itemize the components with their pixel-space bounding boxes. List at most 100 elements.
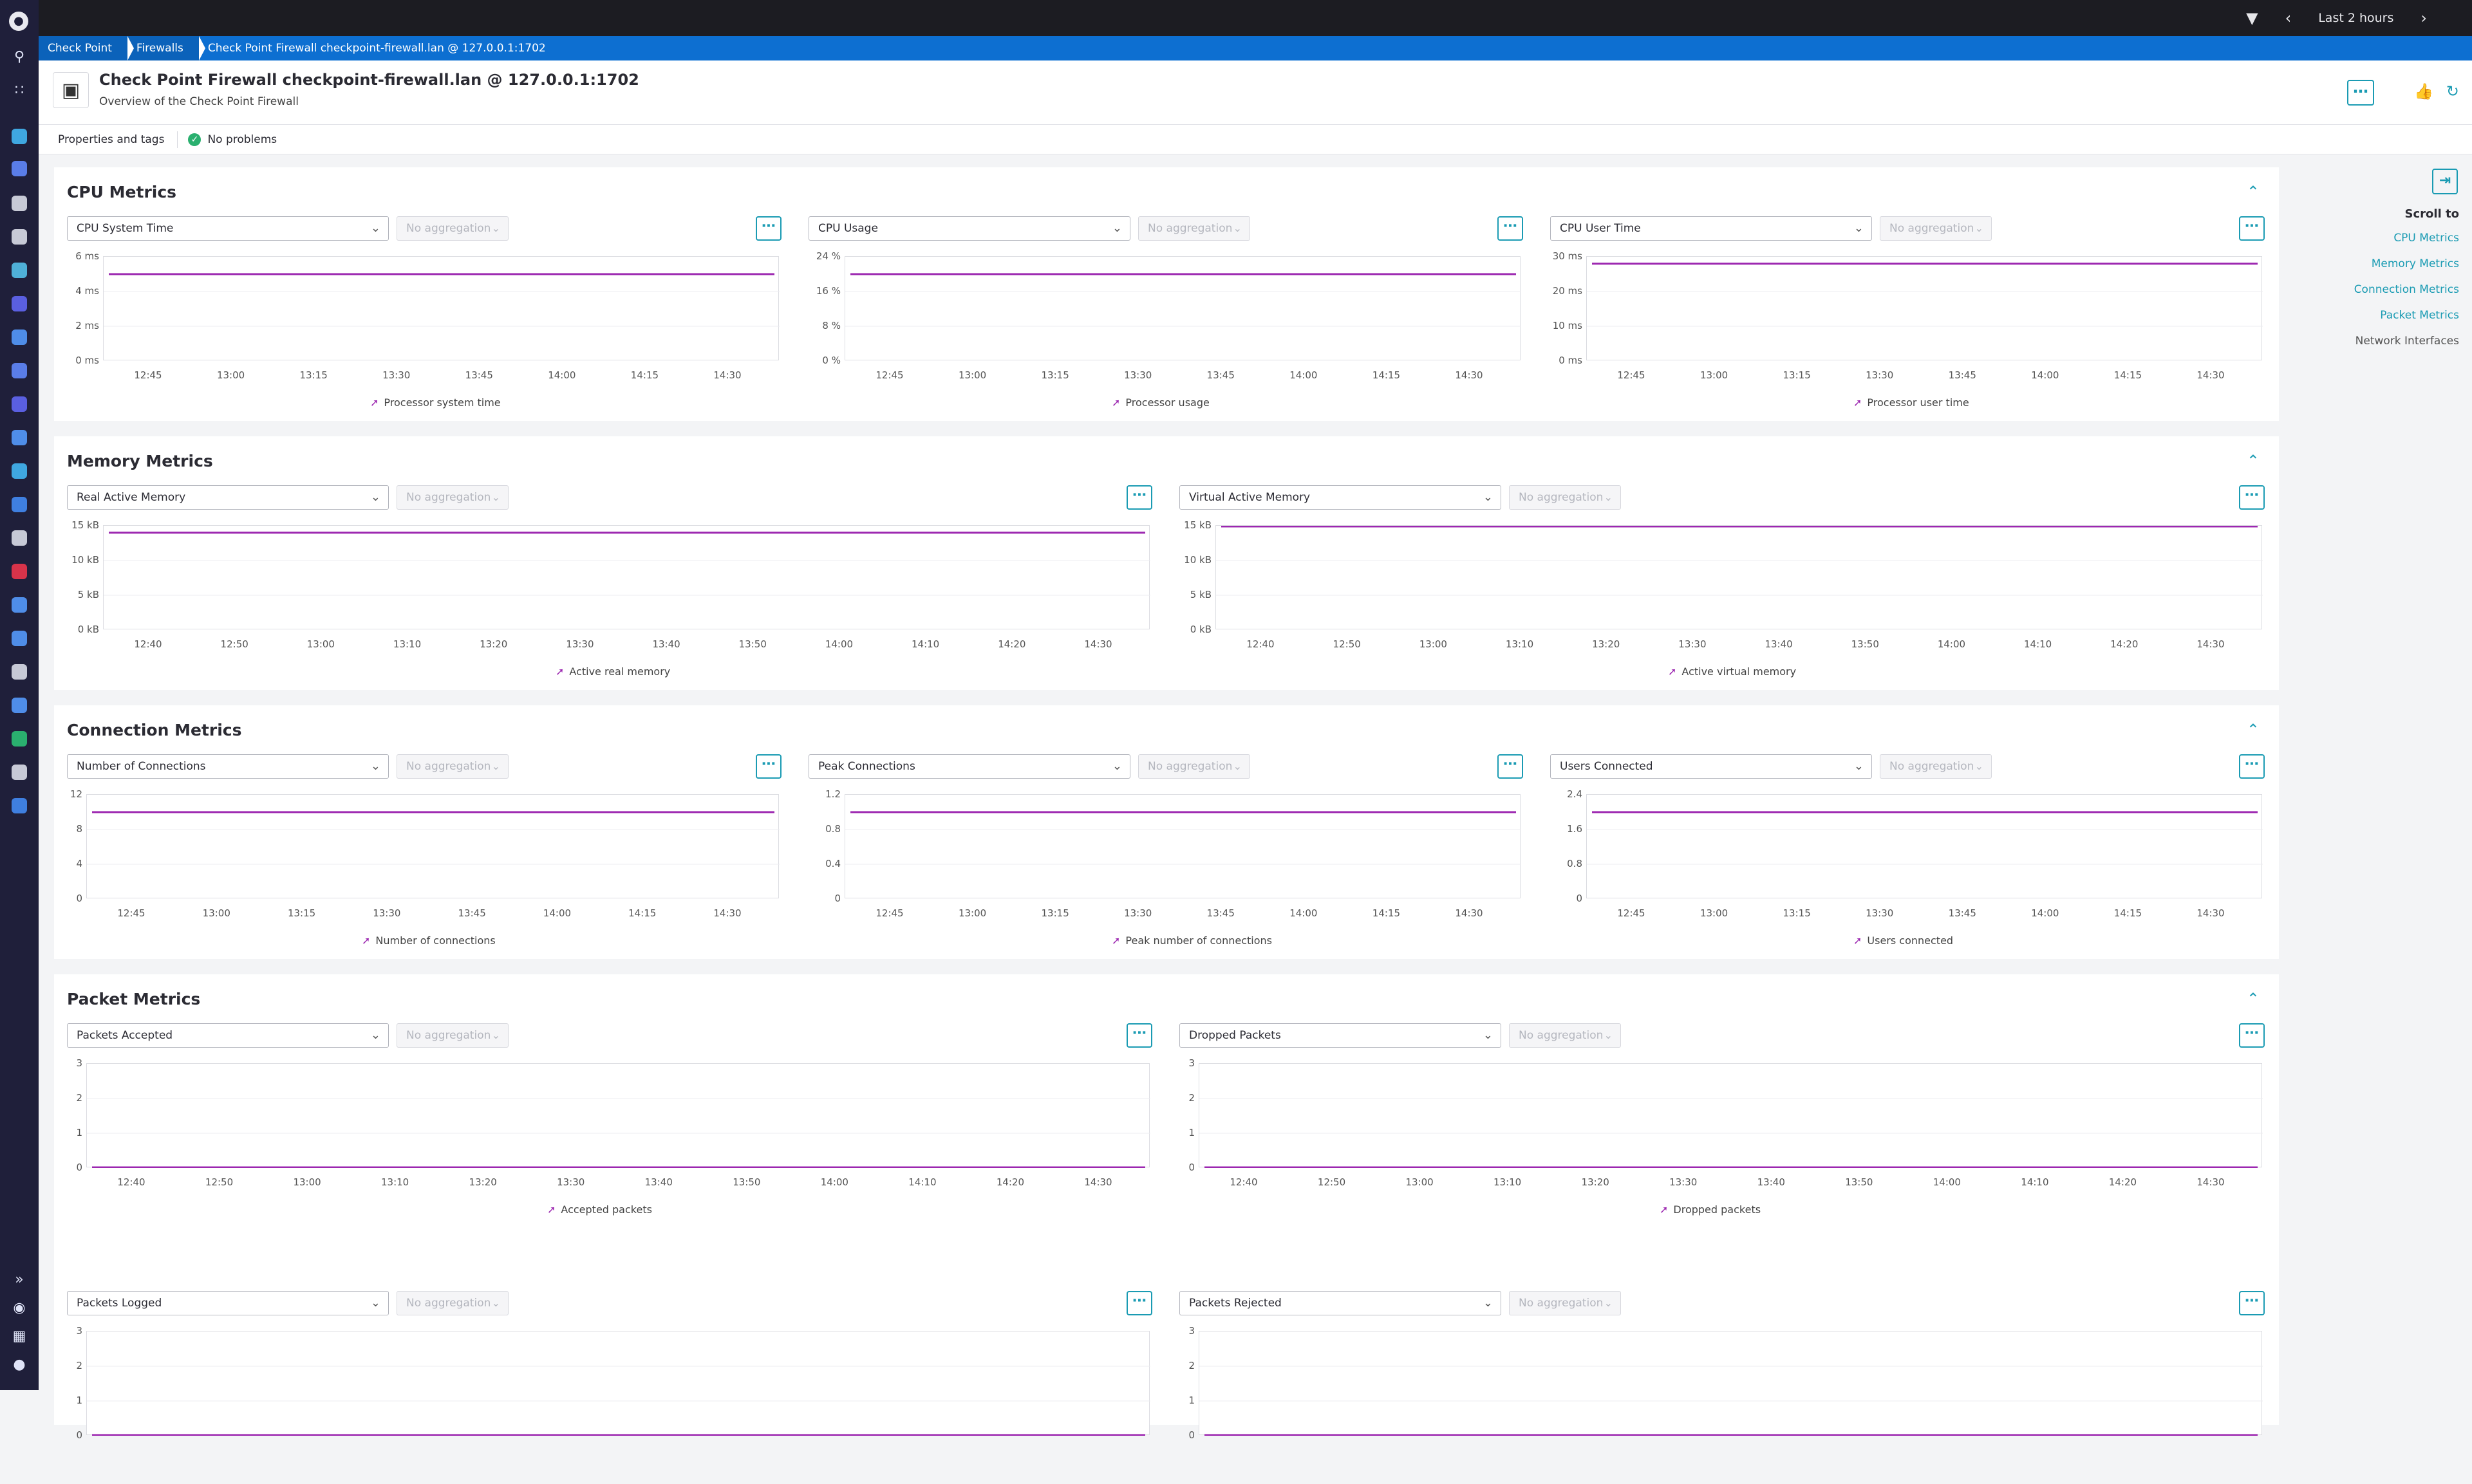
- chart-options-button[interactable]: ⋯: [1127, 1291, 1152, 1315]
- plot-area[interactable]: [86, 794, 780, 898]
- metric-select[interactable]: CPU Usage ⌄: [809, 216, 1130, 241]
- chart-options-button[interactable]: ⋯: [1497, 754, 1523, 779]
- aggregation-select[interactable]: No aggregation ⌄: [1880, 216, 1992, 241]
- app-icon-19[interactable]: [9, 728, 30, 749]
- app-icon-4[interactable]: [9, 227, 30, 247]
- aggregation-select[interactable]: No aggregation ⌄: [1509, 1291, 1621, 1315]
- scroll-to-connection-metrics[interactable]: Connection Metrics: [2354, 283, 2459, 296]
- chart-legend[interactable]: ➚ Processor usage: [1112, 396, 1210, 409]
- app-icon-11[interactable]: [9, 461, 30, 481]
- chart-options-button[interactable]: ⋯: [2239, 485, 2265, 510]
- chart-options-button[interactable]: ⋯: [1497, 216, 1523, 241]
- plot-area[interactable]: [103, 256, 780, 360]
- aggregation-select[interactable]: No aggregation ⌄: [1138, 216, 1250, 241]
- metric-select[interactable]: Packets Logged ⌄: [67, 1291, 389, 1315]
- app-icon-1[interactable]: [9, 126, 30, 147]
- app-icon-7[interactable]: [9, 327, 30, 348]
- app-icon-14[interactable]: [9, 561, 30, 582]
- app-icon-15[interactable]: [9, 595, 30, 615]
- chart-legend[interactable]: ➚ Number of connections: [362, 934, 496, 947]
- breadcrumb-check-point[interactable]: Check Point: [39, 36, 134, 60]
- search-icon[interactable]: ⚲: [9, 46, 30, 67]
- app-icon-9[interactable]: [9, 394, 30, 414]
- notifications-icon[interactable]: ▦: [9, 1326, 30, 1346]
- metric-select[interactable]: CPU System Time ⌄: [67, 216, 389, 241]
- apps-grid-icon[interactable]: ∷: [9, 80, 30, 100]
- chart-legend[interactable]: ➚ Processor system time: [370, 396, 501, 409]
- chart-legend[interactable]: ➚ Peak number of connections: [1112, 934, 1272, 947]
- app-icon-10[interactable]: [9, 427, 30, 448]
- metric-select[interactable]: Peak Connections ⌄: [809, 754, 1130, 779]
- app-icon-12[interactable]: [9, 494, 30, 515]
- collapse-panel-button[interactable]: ⇥: [2432, 169, 2458, 194]
- app-icon-5[interactable]: [9, 260, 30, 281]
- chart-legend[interactable]: ➚ Accepted packets: [547, 1203, 652, 1216]
- app-icon-18[interactable]: [9, 695, 30, 716]
- plot-area[interactable]: [1199, 1063, 2263, 1168]
- scroll-to-network-interfaces[interactable]: Network Interfaces: [2355, 335, 2459, 348]
- aggregation-select[interactable]: No aggregation ⌄: [397, 485, 509, 510]
- problem-status[interactable]: ✓ No problems: [178, 133, 277, 146]
- collapse-section-icon[interactable]: ⌃: [2247, 721, 2260, 739]
- plot-area[interactable]: [845, 794, 1521, 898]
- thumbs-up-icon[interactable]: 👍: [2414, 82, 2433, 100]
- chart-options-button[interactable]: ⋯: [2239, 1291, 2265, 1315]
- aggregation-select[interactable]: No aggregation ⌄: [397, 1023, 509, 1048]
- metric-select[interactable]: Dropped Packets ⌄: [1179, 1023, 1501, 1048]
- app-icon-6[interactable]: [9, 293, 30, 314]
- collapse-section-icon[interactable]: ⌃: [2247, 452, 2260, 470]
- chart-legend[interactable]: ➚ Processor user time: [1853, 396, 1969, 409]
- scroll-to-packet-metrics[interactable]: Packet Metrics: [2380, 309, 2459, 322]
- metric-select[interactable]: Packets Accepted ⌄: [67, 1023, 389, 1048]
- app-icon-13[interactable]: [9, 528, 30, 548]
- properties-and-tags-link[interactable]: Properties and tags: [39, 131, 178, 148]
- plot-area[interactable]: [1215, 525, 2263, 629]
- plot-area[interactable]: [103, 525, 1150, 629]
- chart-legend[interactable]: ➚ Active real memory: [556, 665, 670, 678]
- dynatrace-logo-icon[interactable]: ●: [9, 12, 28, 31]
- breadcrumb-firewalls[interactable]: Firewalls: [127, 36, 205, 60]
- filter-icon[interactable]: ▼: [2246, 0, 2258, 36]
- scroll-to-memory-metrics[interactable]: Memory Metrics: [2372, 257, 2459, 270]
- app-icon-16[interactable]: [9, 628, 30, 649]
- more-options-button[interactable]: ⋯: [2347, 80, 2374, 106]
- chart-legend[interactable]: ➚ Dropped packets: [1660, 1203, 1761, 1216]
- app-icon-8[interactable]: [9, 360, 30, 381]
- plot-area[interactable]: [1586, 794, 2263, 898]
- aggregation-select[interactable]: No aggregation ⌄: [1880, 754, 1992, 779]
- aggregation-select[interactable]: No aggregation ⌄: [1138, 754, 1250, 779]
- app-icon-2[interactable]: [9, 158, 30, 179]
- plot-area[interactable]: [86, 1331, 1150, 1436]
- metric-select[interactable]: Real Active Memory ⌄: [67, 485, 389, 510]
- metric-select[interactable]: Users Connected ⌄: [1550, 754, 1872, 779]
- metric-select[interactable]: Packets Rejected ⌄: [1179, 1291, 1501, 1315]
- metric-select[interactable]: Virtual Active Memory ⌄: [1179, 485, 1501, 510]
- aggregation-select[interactable]: No aggregation ⌄: [397, 1291, 509, 1315]
- chevron-left-icon[interactable]: ‹: [2285, 0, 2292, 36]
- app-icon-20[interactable]: [9, 762, 30, 783]
- chart-options-button[interactable]: ⋯: [1127, 485, 1152, 510]
- plot-area[interactable]: [86, 1063, 1150, 1168]
- app-icon-3[interactable]: [9, 193, 30, 214]
- collapse-section-icon[interactable]: ⌃: [2247, 183, 2260, 201]
- chart-options-button[interactable]: ⋯: [1127, 1023, 1152, 1048]
- chart-options-button[interactable]: ⋯: [2239, 1023, 2265, 1048]
- chart-options-button[interactable]: ⋯: [2239, 754, 2265, 779]
- timeframe-selector[interactable]: Last 2 hours: [2318, 11, 2393, 25]
- app-icon-21[interactable]: [9, 795, 30, 816]
- plot-area[interactable]: [1199, 1331, 2263, 1436]
- collapse-section-icon[interactable]: ⌃: [2247, 990, 2260, 1008]
- aggregation-select[interactable]: No aggregation ⌄: [397, 754, 509, 779]
- chart-options-button[interactable]: ⋯: [2239, 216, 2265, 241]
- chart-options-button[interactable]: ⋯: [756, 216, 782, 241]
- aggregation-select[interactable]: No aggregation ⌄: [1509, 1023, 1621, 1048]
- chart-legend[interactable]: ➚ Active virtual memory: [1668, 665, 1796, 678]
- chart-options-button[interactable]: ⋯: [756, 754, 782, 779]
- plot-area[interactable]: [1586, 256, 2263, 360]
- metric-select[interactable]: CPU User Time ⌄: [1550, 216, 1872, 241]
- aggregation-select[interactable]: No aggregation ⌄: [397, 216, 509, 241]
- chart-legend[interactable]: ➚ Users connected: [1853, 934, 1953, 947]
- scroll-to-cpu-metrics[interactable]: CPU Metrics: [2393, 232, 2459, 245]
- aggregation-select[interactable]: No aggregation ⌄: [1509, 485, 1621, 510]
- expand-nav-icon[interactable]: »: [9, 1269, 30, 1290]
